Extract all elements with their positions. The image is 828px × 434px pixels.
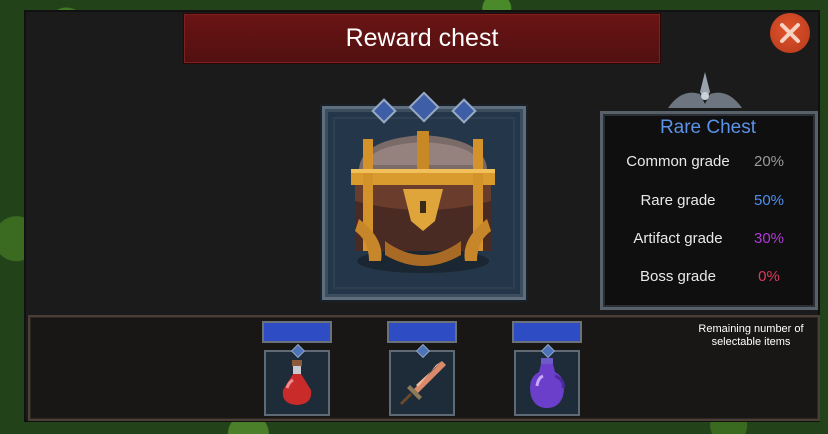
grade-row-artifact: Artifact grade 30% (612, 230, 802, 247)
slot-label-bar (262, 321, 332, 343)
grade-row-boss: Boss grade 0% (612, 268, 802, 285)
remaining-selectable-label: Remaining number of selectable items (698, 323, 804, 348)
item-slot-red-potion[interactable] (264, 350, 330, 416)
dialog-title-bar: Reward chest (183, 13, 661, 64)
close-button[interactable] (770, 13, 810, 53)
chest-name: Rare Chest (659, 117, 757, 138)
grade-row-common: Common grade 20% (612, 153, 802, 170)
grade-percent: 20% (753, 153, 785, 170)
chest-frame (322, 106, 526, 300)
dialog-title: Reward chest (345, 24, 499, 52)
grade-label: Artifact grade (633, 230, 723, 247)
red-potion-icon (282, 360, 312, 405)
slot-label-bar (512, 321, 582, 343)
grade-label: Boss grade (640, 268, 716, 285)
treasure-chest-icon (351, 131, 495, 273)
close-icon (780, 23, 800, 43)
grade-label: Rare grade (640, 192, 716, 209)
item-slot-purple-potion[interactable] (514, 350, 580, 416)
grade-row-rare: Rare grade 50% (612, 192, 802, 209)
sword-icon (400, 361, 446, 405)
grade-percent: 50% (753, 192, 785, 209)
grade-percent: 30% (753, 230, 785, 247)
purple-potion-icon (530, 358, 565, 408)
grade-percent: 0% (758, 268, 780, 285)
ornament-icon (668, 72, 742, 108)
slot-label-bar (387, 321, 457, 343)
item-slot-sword[interactable] (389, 350, 455, 416)
grade-label: Common grade (626, 153, 730, 170)
